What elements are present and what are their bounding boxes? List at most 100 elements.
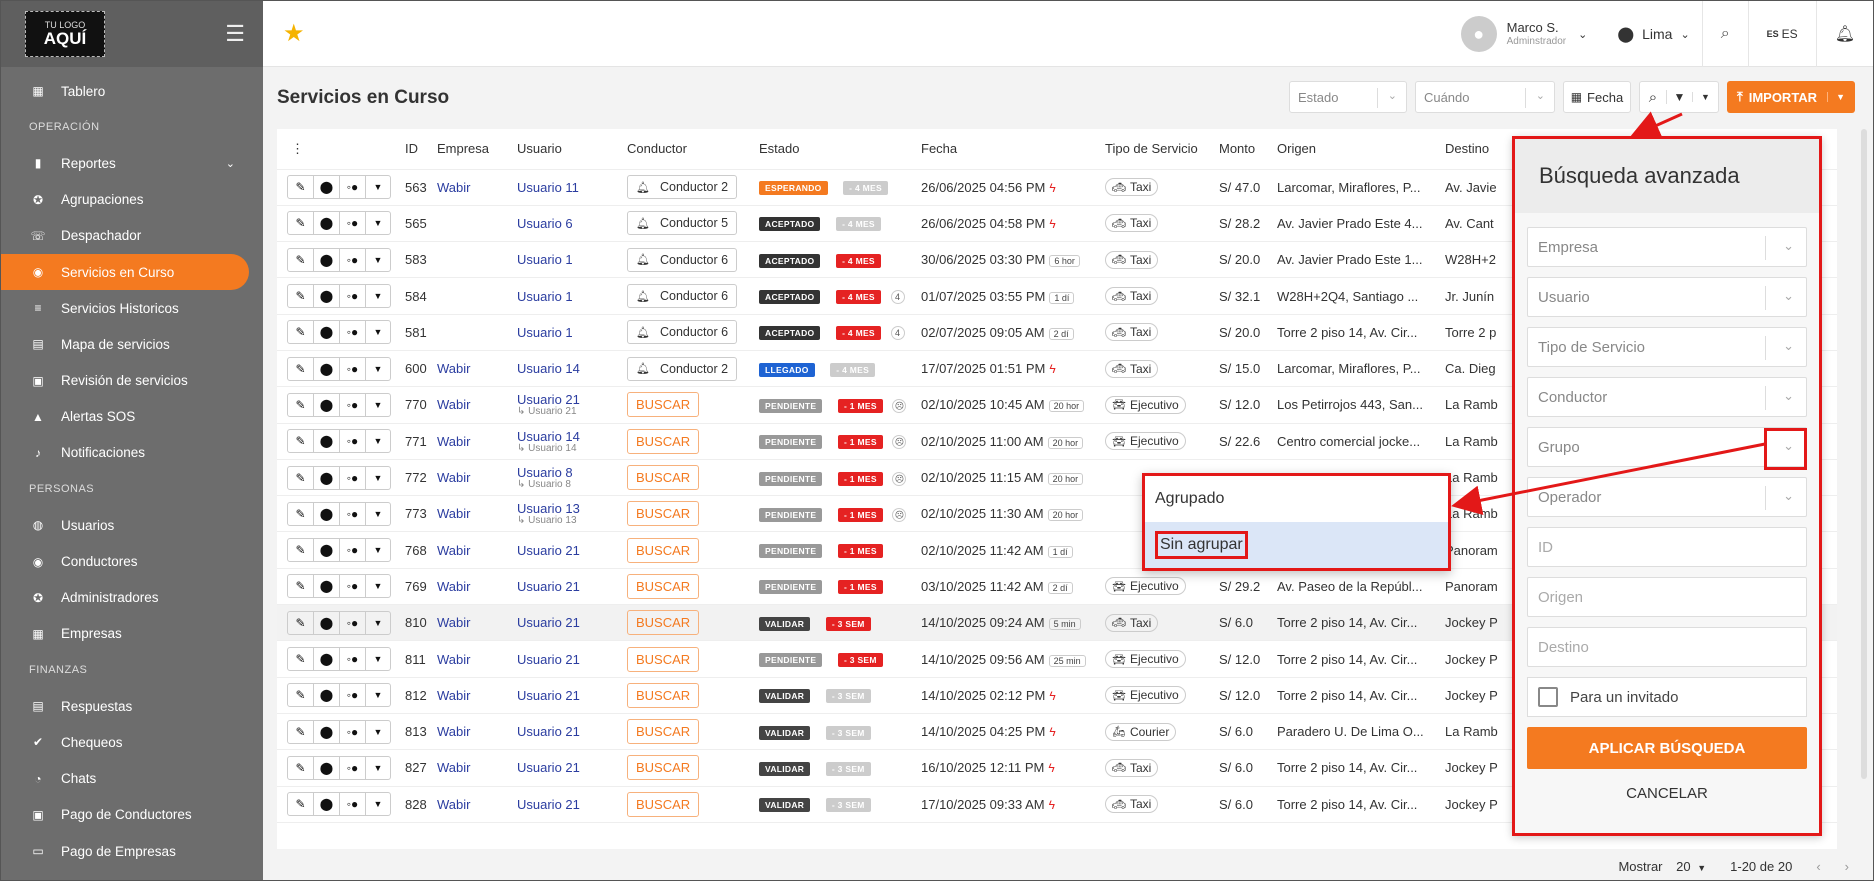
empresa-link[interactable]: Wabir [437,506,470,521]
caret-down-icon[interactable]: ▼ [366,212,390,234]
caret-down-icon[interactable]: ▼ [366,176,390,198]
caret-down-icon[interactable]: ▼ [366,321,390,343]
destino-input[interactable]: Destino [1527,627,1807,667]
caret-down-icon[interactable]: ▼ [366,684,390,706]
user-link[interactable]: Usuario 21 [517,797,580,812]
driver-chip[interactable]: 🔔︎ Conductor 5 [627,211,738,236]
sidebar-item-administradores[interactable]: ✪ Administradores [1,580,263,616]
buscar-driver-button[interactable]: BUSCAR [627,537,700,563]
buscar-driver-button[interactable]: BUSCAR [627,610,700,636]
location-pin-icon[interactable]: ⬤ [314,684,340,707]
location-pin-icon[interactable]: ⬤ [314,793,340,816]
toggle-icon[interactable]: ◦● [340,648,366,670]
edit-icon[interactable]: ✎ [288,430,314,453]
toggle-icon[interactable]: ◦● [340,393,366,416]
buscar-driver-button[interactable]: BUSCAR [627,465,700,491]
user-link[interactable]: Usuario 21 [517,724,580,739]
cancel-button[interactable]: CANCELAR [1527,769,1807,817]
header-origen[interactable]: Origen [1277,129,1445,170]
caret-down-icon[interactable]: ▼ [366,757,390,779]
sidebar-item-empresas[interactable]: ▦ Empresas [1,616,263,652]
header-estado[interactable]: Estado [759,129,921,170]
edit-icon[interactable]: ✎ [288,212,314,235]
location-pin-icon[interactable]: ⬤ [314,720,340,743]
header-conductor[interactable]: Conductor [627,129,759,170]
location-pin-icon[interactable]: ⬤ [314,285,340,308]
user-link[interactable]: Usuario 21 [517,579,580,594]
location-pin-icon[interactable]: ⬤ [314,176,340,199]
user-link[interactable]: Usuario 21 [517,652,580,667]
user-link[interactable]: Usuario 1 [517,252,573,267]
header-id[interactable]: ID [405,129,437,170]
sidebar-item-pago-de-conductores[interactable]: ▣ Pago de Conductores [1,797,263,833]
user-link[interactable]: Usuario 6 [517,216,573,231]
city-selector[interactable]: ⬤ Lima ⌄ [1605,1,1701,67]
sidebar-item-reportes[interactable]: ▮ Reportes ⌄ [1,145,263,181]
user-link[interactable]: Usuario 21 [517,392,580,407]
buscar-driver-button[interactable]: BUSCAR [627,501,700,527]
sidebar-item-tablero[interactable]: ▦ Tablero [1,73,263,109]
sidebar-item-chats[interactable]: ◔ Chats [1,761,263,797]
more-vertical-icon[interactable]: ⋮ [291,141,304,156]
toggle-icon[interactable]: ◦● [340,793,366,816]
cuando-filter[interactable]: Cuándo ⌄ [1414,81,1555,113]
sidebar-item-alertas-sos[interactable]: ▲ Alertas SOS [1,399,263,435]
caret-down-icon[interactable]: ▼ [366,430,390,452]
empresa-link[interactable]: Wabir [437,688,470,703]
chevron-down-icon[interactable]: ⌄ [1783,238,1794,254]
chevron-down-icon[interactable]: ⌄ [1783,388,1794,404]
id-input[interactable]: ID [1527,527,1807,567]
caret-down-icon[interactable]: ▼ [366,467,390,489]
header-empresa[interactable]: Empresa [437,129,517,170]
sidebar-item-servicios-en-curso[interactable]: ◉ Servicios en Curso [1,253,249,291]
caret-down-icon[interactable]: ▼ [366,612,390,634]
buscar-driver-button[interactable]: BUSCAR [627,791,700,817]
driver-chip[interactable]: 🔔︎ Conductor 6 [627,320,738,345]
user-link[interactable]: Usuario 21 [517,615,580,630]
filter-icon[interactable]: ▼ [1665,90,1692,104]
user-link[interactable]: Usuario 21 [517,760,580,775]
user-link[interactable]: Usuario 21 [517,688,580,703]
edit-icon[interactable]: ✎ [288,684,314,707]
toggle-icon[interactable]: ◦● [340,720,366,743]
caret-down-icon[interactable]: ▼ [366,793,390,815]
toggle-icon[interactable]: ◦● [340,176,366,199]
notifications-button[interactable]: 🔔︎ [1817,1,1873,67]
user-link[interactable]: Usuario 8 [517,465,573,480]
sidebar-item-usuarios[interactable]: ◍ Usuarios [1,507,263,543]
edit-icon[interactable]: ✎ [288,248,314,271]
empresa-link[interactable]: Wabir [437,652,470,667]
location-pin-icon[interactable]: ⬤ [314,756,340,779]
empresa-select[interactable]: Empresa ⌄ [1527,227,1807,267]
option-sin-agrupar[interactable]: Sin agrupar [1145,522,1448,568]
caret-down-icon[interactable]: ▼ [366,358,390,380]
tipo-de-servicio-select[interactable]: Tipo de Servicio ⌄ [1527,327,1807,367]
sidebar-item-notificaciones[interactable]: ♪ Notificaciones [1,435,263,471]
sidebar-item-mapa-de-servicios[interactable]: ▤ Mapa de servicios [1,326,263,362]
toggle-icon[interactable]: ◦● [340,539,366,562]
sidebar-item-agrupaciones[interactable]: ✪ Agrupaciones [1,182,263,218]
empresa-link[interactable]: Wabir [437,470,470,485]
table-scrollbar[interactable] [1861,129,1867,779]
sidebar-item-revision-de-servicios[interactable]: ▣ Revisión de servicios [1,363,263,399]
operador-select[interactable]: Operador ⌄ [1527,477,1807,517]
empresa-link[interactable]: Wabir [437,760,470,775]
buscar-driver-button[interactable]: BUSCAR [627,428,700,454]
driver-chip[interactable]: 🔔︎ Conductor 6 [627,247,738,272]
caret-down-icon[interactable]: ▼ [1827,92,1845,102]
location-pin-icon[interactable]: ⬤ [314,611,340,634]
chevron-down-icon[interactable]: ⌄ [1783,338,1794,354]
fecha-button[interactable]: ▦ Fecha [1562,81,1631,113]
location-pin-icon[interactable]: ⬤ [314,648,340,670]
empresa-link[interactable]: Wabir [437,724,470,739]
edit-icon[interactable]: ✎ [288,466,314,489]
edit-icon[interactable]: ✎ [288,176,314,199]
sidebar-item-chequeos[interactable]: ✔ Chequeos [1,724,263,760]
empresa-link[interactable]: Wabir [437,397,470,412]
empresa-link[interactable]: Wabir [437,543,470,558]
user-link[interactable]: Usuario 14 [517,361,580,376]
empresa-link[interactable]: Wabir [437,180,470,195]
estado-filter[interactable]: Estado ⌄ [1288,81,1407,113]
caret-down-icon[interactable]: ▼ [366,285,390,307]
search-icon[interactable]: ⌕ [1640,89,1666,106]
